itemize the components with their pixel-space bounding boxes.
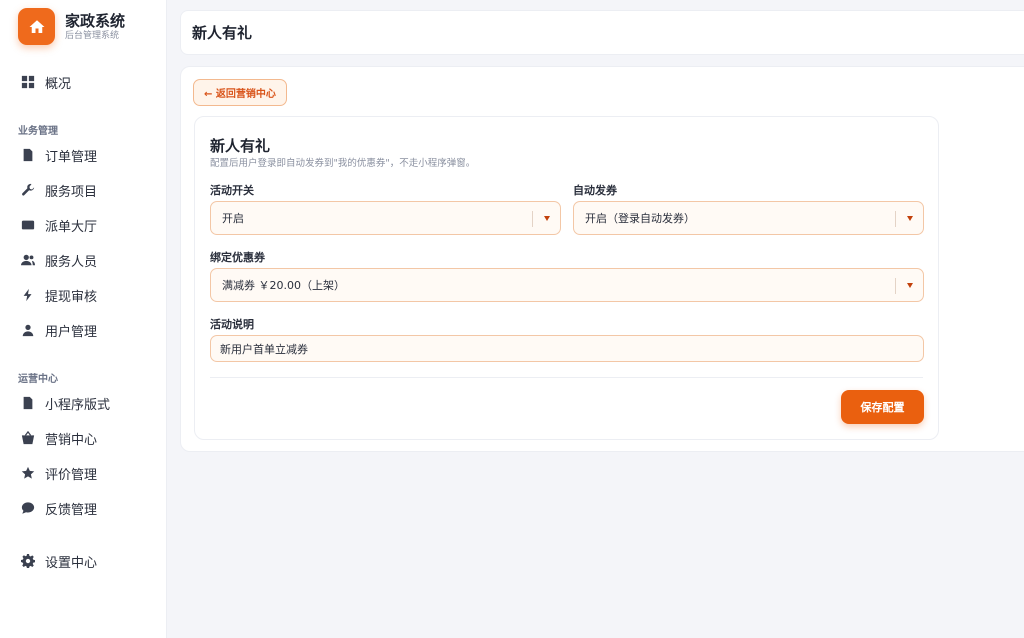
auto-issue-select[interactable]: 开启（登录自动发券） xyxy=(573,201,924,235)
sidebar-item-label: 服务人员 xyxy=(45,254,98,270)
brand: 家政系统 后台管理系统 xyxy=(18,8,125,45)
brand-title: 家政系统 xyxy=(65,12,126,30)
main-panel: ← 返回营销中心 新人有礼 配置后用户登录即自动发券到"我的优惠券"，不走小程序… xyxy=(180,66,1024,452)
sidebar-item-label: 用户管理 xyxy=(45,324,98,340)
brand-subtitle: 后台管理系统 xyxy=(65,31,120,41)
sidebar-item-orders[interactable]: 订单管理 xyxy=(20,144,97,166)
sidebar-item-users[interactable]: 用户管理 xyxy=(20,319,97,341)
sidebar-item-withdraw[interactable]: 提现审核 xyxy=(20,284,97,306)
card-description: 配置后用户登录即自动发券到"我的优惠券"，不走小程序弹窗。 xyxy=(210,158,476,169)
star-icon xyxy=(20,465,36,481)
sidebar-item-marketing[interactable]: 营销中心 xyxy=(20,427,97,449)
sidebar-item-services[interactable]: 服务项目 xyxy=(20,179,97,201)
page-header: 新人有礼 xyxy=(180,10,1024,55)
coupon-select[interactable]: 满减券 ￥20.00（上架） xyxy=(210,268,924,302)
sidebar-item-label: 反馈管理 xyxy=(45,502,98,518)
folder-icon xyxy=(20,217,36,233)
sidebar-item-label: 服务项目 xyxy=(45,184,98,200)
sidebar-item-label: 概况 xyxy=(45,76,72,92)
card-title: 新人有礼 xyxy=(210,137,271,155)
sidebar-item-label: 订单管理 xyxy=(45,149,98,165)
coupon-label: 绑定优惠券 xyxy=(210,251,265,264)
sidebar-item-feedback[interactable]: 反馈管理 xyxy=(20,497,97,519)
select-divider xyxy=(895,211,896,227)
wrench-icon xyxy=(20,182,36,198)
divider xyxy=(210,377,923,378)
sidebar-section-business: 业务管理 xyxy=(18,126,58,137)
page-title: 新人有礼 xyxy=(192,24,253,42)
bolt-icon xyxy=(20,287,36,303)
activity-switch-select[interactable]: 开启 xyxy=(210,201,561,235)
chat-icon xyxy=(20,500,36,516)
auto-issue-value: 开启（登录自动发券） xyxy=(585,212,695,225)
sidebar-section-ops: 运营中心 xyxy=(18,374,58,385)
chevron-down-icon xyxy=(907,216,913,221)
sidebar-item-label: 评价管理 xyxy=(45,467,98,483)
sidebar-item-label: 小程序版式 xyxy=(45,397,111,413)
basket-icon xyxy=(20,430,36,446)
back-to-marketing-button[interactable]: ← 返回营销中心 xyxy=(193,79,287,106)
sidebar-item-overview[interactable]: 概况 xyxy=(20,71,71,93)
description-field-label: 活动说明 xyxy=(210,318,254,331)
coupon-value: 满减券 ￥20.00（上架） xyxy=(222,279,345,292)
sidebar-item-label: 营销中心 xyxy=(45,432,98,448)
chevron-down-icon xyxy=(544,216,550,221)
users-icon xyxy=(20,252,36,268)
description-input[interactable] xyxy=(210,335,924,362)
sidebar-item-miniapp-layout[interactable]: 小程序版式 xyxy=(20,392,110,414)
document-icon xyxy=(20,147,36,163)
sidebar-item-dispatch[interactable]: 派单大厅 xyxy=(20,214,97,236)
sidebar-item-reviews[interactable]: 评价管理 xyxy=(20,462,97,484)
activity-switch-label: 活动开关 xyxy=(210,184,254,197)
chevron-down-icon xyxy=(907,283,913,288)
user-icon xyxy=(20,322,36,338)
auto-issue-label: 自动发券 xyxy=(573,184,617,197)
activity-switch-value: 开启 xyxy=(222,212,244,225)
sidebar-item-settings[interactable]: 设置中心 xyxy=(20,550,97,572)
gear-icon xyxy=(20,553,36,569)
sidebar-item-label: 提现审核 xyxy=(45,289,98,305)
sidebar: 家政系统 后台管理系统 概况 业务管理 订单管理 服务项目 派单大厅 服务人员 … xyxy=(0,0,167,638)
sidebar-item-label: 设置中心 xyxy=(45,555,98,571)
select-divider xyxy=(895,278,896,294)
grid-icon xyxy=(20,74,36,90)
home-icon[interactable] xyxy=(18,8,55,45)
sidebar-item-staff[interactable]: 服务人员 xyxy=(20,249,97,271)
sidebar-item-label: 派单大厅 xyxy=(45,219,98,235)
select-divider xyxy=(532,211,533,227)
document-icon xyxy=(20,395,36,411)
config-card: 新人有礼 配置后用户登录即自动发券到"我的优惠券"，不走小程序弹窗。 活动开关 … xyxy=(194,116,939,440)
save-button[interactable]: 保存配置 xyxy=(841,390,924,424)
